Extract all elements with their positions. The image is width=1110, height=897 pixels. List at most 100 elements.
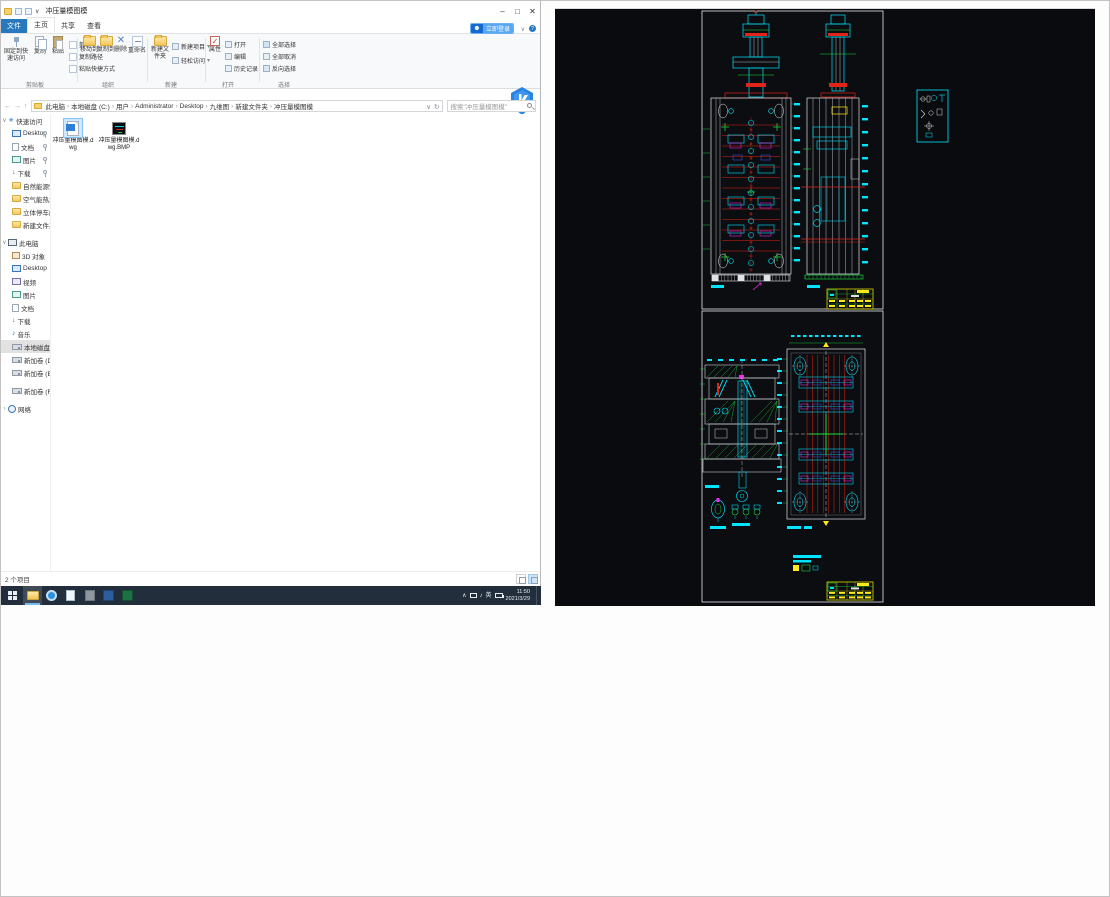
network-icon[interactable]: [469, 593, 477, 598]
sidebar-item-d[interactable]: 新加卷 (D:): [1, 353, 50, 366]
back-icon[interactable]: ←: [4, 103, 11, 110]
breadcrumb-segment[interactable]: 新建文件夹: [234, 101, 269, 111]
breadcrumb-segment[interactable]: 九维图: [209, 101, 231, 111]
taskbar-clock[interactable]: 11:50 2021/3/29: [506, 589, 533, 603]
sidebar-item-f[interactable]: 新加卷 (F:): [1, 384, 50, 397]
sidebar-item-[interactable]: ♪ 音乐: [1, 327, 50, 340]
history-button[interactable]: 历史记录: [225, 64, 258, 73]
sidebar-item-[interactable]: 图片: [1, 288, 50, 301]
sidebar-item-e[interactable]: 新加卷 (E:): [1, 366, 50, 379]
sidebar-item-label: 立体停车门图纸: [23, 209, 50, 217]
sidebar-item-[interactable]: 新建文件夹: [1, 218, 50, 231]
sidebar-item-[interactable]: ∨ 此电脑: [1, 236, 50, 249]
delete-button[interactable]: ✕ 删除: [114, 36, 128, 54]
sidebar-item-label: 快速访问: [16, 118, 43, 126]
file-item[interactable]: 冲压量模图模.dwg.BMP: [97, 119, 141, 152]
tab-view[interactable]: 查看: [81, 19, 107, 33]
sidebar-item-[interactable]: 自然能源空调配图: [1, 179, 50, 192]
taskbar-gray-app-icon[interactable]: [80, 586, 99, 605]
search-icon: [527, 103, 532, 108]
refresh-icon[interactable]: ↻: [434, 103, 439, 111]
select-all-button[interactable]: 全部选择: [263, 40, 296, 49]
breadcrumb-segment[interactable]: 此电脑: [45, 101, 67, 111]
properties-button[interactable]: ✓ 属性: [207, 36, 223, 54]
sidebar-item-c[interactable]: 本地磁盘 (C:): [1, 340, 50, 353]
sidebar-item-[interactable]: 立体停车门图纸: [1, 205, 50, 218]
start-button[interactable]: [1, 586, 23, 605]
qat-button-1-icon[interactable]: [15, 7, 22, 15]
new-folder-button[interactable]: 新建文件夹: [149, 35, 171, 61]
login-button[interactable]: ☻ 立即登录: [469, 23, 514, 34]
copy-to-button[interactable]: 复制到: [97, 35, 115, 54]
tab-home[interactable]: 主页: [27, 17, 55, 33]
pin-to-quick-access-button[interactable]: 固定到快速访问: [3, 36, 29, 63]
paste-shortcut-button[interactable]: 粘贴快捷方式: [69, 64, 115, 73]
search-input[interactable]: 搜索"冲压量模图模": [446, 100, 536, 112]
close-button[interactable]: ✕: [525, 1, 540, 21]
pinned-icon: [43, 131, 47, 138]
sidebar-item-[interactable]: ∨ ★ 快速访问: [1, 114, 50, 127]
sidebar-item-[interactable]: 文档: [1, 301, 50, 314]
help-icon[interactable]: ?: [529, 25, 536, 32]
taskbar-blue-app-icon[interactable]: [99, 586, 118, 605]
box-icon: [12, 252, 20, 259]
open-button[interactable]: 打开: [225, 40, 246, 49]
folder-icon: [12, 221, 21, 228]
new-folder-icon: [153, 35, 167, 46]
qat-button-2-icon[interactable]: [25, 7, 32, 15]
select-none-button[interactable]: 全部取消: [263, 52, 296, 61]
taskbar-green-app-icon[interactable]: [118, 586, 137, 605]
sidebar-item-[interactable]: 空气能热水器图纸: [1, 192, 50, 205]
move-to-button[interactable]: 移动到: [80, 35, 98, 54]
show-desktop-button[interactable]: [536, 586, 539, 605]
rename-button[interactable]: 重命名: [128, 36, 146, 55]
up-icon[interactable]: ↑: [24, 103, 28, 110]
volume-icon[interactable]: ♪: [480, 593, 483, 599]
address-dropdown-icon[interactable]: ∨: [426, 103, 431, 111]
sidebar-item-[interactable]: ↓ 下载: [1, 166, 50, 179]
breadcrumb-segment[interactable]: Desktop: [179, 103, 205, 110]
sidebar-item-[interactable]: 视频: [1, 275, 50, 288]
expander-icon[interactable]: ›: [1, 406, 8, 412]
input-language-indicator[interactable]: 英: [486, 593, 492, 599]
address-box[interactable]: 此电脑 › 本地磁盘 (C:) › 用户 › Administrator › Desktop › 九…: [30, 100, 443, 112]
pic-icon: [12, 156, 21, 163]
sidebar-item-desktop[interactable]: Desktop: [1, 262, 50, 275]
sidebar-item-desktop[interactable]: Desktop: [1, 127, 50, 140]
expander-icon[interactable]: ∨: [1, 239, 8, 246]
expander-icon[interactable]: ∨: [1, 117, 8, 124]
qat-dropdown-icon[interactable]: ∨: [35, 8, 39, 15]
paste-button[interactable]: 粘贴: [49, 36, 67, 56]
breadcrumb-segment[interactable]: 用户: [115, 101, 130, 111]
tray-chevron-icon[interactable]: ∧: [462, 593, 466, 599]
file-explorer-icon: [26, 591, 39, 600]
taskbar-file-explorer-icon[interactable]: [23, 586, 42, 605]
taskbar: ∧ ♪ 英 11:50 2021/3/29: [1, 586, 541, 605]
sidebar-item-[interactable]: ↓ 下载: [1, 314, 50, 327]
sidebar-item-[interactable]: › 网络: [1, 402, 50, 415]
tab-file[interactable]: 文件: [1, 19, 27, 33]
screenshot-canvas: ∨ 冲压量模图模 – □ ✕ 文件 主页 共享 查看 ☻ 立即登录 ∨ ? 固定…: [0, 0, 1110, 897]
forward-icon[interactable]: →: [14, 103, 21, 110]
file-item[interactable]: 冲压量模图模.dwg: [51, 118, 95, 152]
breadcrumb-segment[interactable]: 冲压量模图模: [273, 101, 314, 111]
breadcrumb-segment[interactable]: 本地磁盘 (C:): [70, 101, 111, 111]
invert-selection-button[interactable]: 反向选择: [263, 64, 296, 73]
sidebar-item-[interactable]: 图片: [1, 153, 50, 166]
sidebar-item-label: 网络: [18, 406, 31, 414]
thumbnails-view-icon[interactable]: [528, 574, 538, 584]
taskbar-blue-circle-app-icon[interactable]: [42, 586, 61, 605]
maximize-button[interactable]: □: [510, 1, 525, 21]
details-view-icon[interactable]: [516, 574, 526, 584]
sidebar-item-[interactable]: 文档: [1, 140, 50, 153]
tab-share[interactable]: 共享: [55, 19, 81, 33]
easy-access-icon: [172, 57, 179, 64]
edit-button[interactable]: 编辑: [225, 52, 246, 61]
minimize-button[interactable]: –: [495, 1, 510, 21]
sidebar-item-3d[interactable]: 3D 对象: [1, 249, 50, 262]
breadcrumb-segment[interactable]: Administrator: [134, 103, 174, 110]
breadcrumb[interactable]: 此电脑 › 本地磁盘 (C:) › 用户 › Administrator › Desktop › 九…: [45, 101, 315, 112]
copy-button[interactable]: 复制: [31, 36, 49, 56]
taskbar-document-app-icon[interactable]: [61, 586, 80, 605]
collapse-ribbon-icon[interactable]: ∨: [521, 26, 525, 33]
